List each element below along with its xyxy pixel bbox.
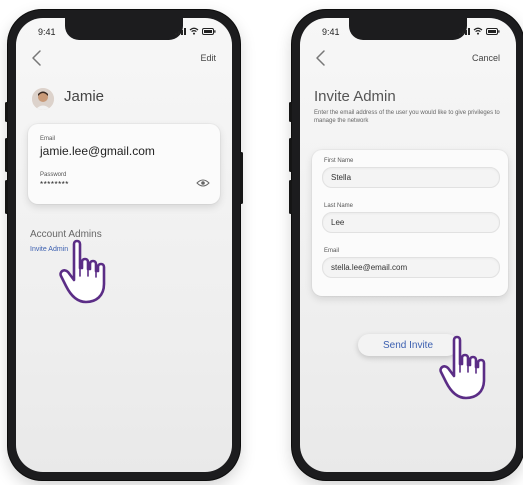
first-name-input[interactable]: Stella <box>322 167 500 188</box>
last-name-value: Lee <box>331 218 345 227</box>
page-title: Invite Admin <box>314 88 396 105</box>
status-time: 9:41 <box>322 27 340 37</box>
avatar <box>32 88 54 110</box>
phone-volume-up-button <box>5 138 8 172</box>
phone-mute-button <box>289 102 292 122</box>
email-label: Email <box>324 248 340 254</box>
phone-power-button <box>240 152 243 204</box>
nav-bar: Edit <box>16 48 232 70</box>
right-screen: 9:41 Cancel Invite Admin Enter the email… <box>300 18 516 472</box>
pointing-hand-icon <box>439 335 486 400</box>
left-screen: 9:41 Edit Jamie Email jamie.lee@gmail.co… <box>16 18 232 472</box>
account-card: Email jamie.lee@gmail.com Password *****… <box>28 124 220 204</box>
phone-volume-down-button <box>5 180 8 214</box>
email-label: Email <box>40 136 56 142</box>
phone-notch <box>349 18 467 40</box>
profile-name: Jamie <box>64 88 105 105</box>
first-name-value: Stella <box>331 173 352 182</box>
right-phone-frame: 9:41 Cancel Invite Admin Enter the email… <box>289 10 523 480</box>
back-chevron-icon[interactable] <box>314 48 328 68</box>
first-name-label: First Name <box>324 158 354 164</box>
pointing-hand-icon <box>59 239 106 304</box>
phone-mute-button <box>5 102 8 122</box>
signal-icon <box>459 27 470 35</box>
phone-volume-down-button <box>289 180 292 214</box>
email-value: jamie.lee@gmail.com <box>40 144 155 158</box>
avatar-person-icon <box>32 88 54 110</box>
status-time: 9:41 <box>38 27 56 37</box>
battery-icon <box>202 27 216 35</box>
eye-icon[interactable] <box>196 178 210 188</box>
edit-button[interactable]: Edit <box>200 53 216 63</box>
status-icons <box>459 27 500 35</box>
signal-icon <box>175 27 186 35</box>
nav-bar: Cancel <box>300 48 516 70</box>
password-label: Password <box>40 172 67 178</box>
password-value: ******** <box>40 180 69 189</box>
email-value: stella.lee@email.com <box>331 263 408 272</box>
wifi-icon <box>189 27 199 35</box>
status-icons <box>175 27 216 35</box>
email-input[interactable]: stella.lee@email.com <box>322 257 500 278</box>
last-name-input[interactable]: Lee <box>322 212 500 233</box>
wifi-icon <box>473 27 483 35</box>
page-description: Enter the email address of the user you … <box>314 110 500 124</box>
invite-form-card: First Name Stella Last Name Lee Email st… <box>312 150 508 296</box>
phone-volume-up-button <box>289 138 292 172</box>
last-name-label: Last Name <box>324 203 354 209</box>
cancel-button[interactable]: Cancel <box>472 53 500 63</box>
left-phone-frame: 9:41 Edit Jamie Email jamie.lee@gmail.co… <box>5 10 243 480</box>
back-chevron-icon[interactable] <box>30 48 44 68</box>
phone-notch <box>65 18 183 40</box>
battery-icon <box>486 27 500 35</box>
